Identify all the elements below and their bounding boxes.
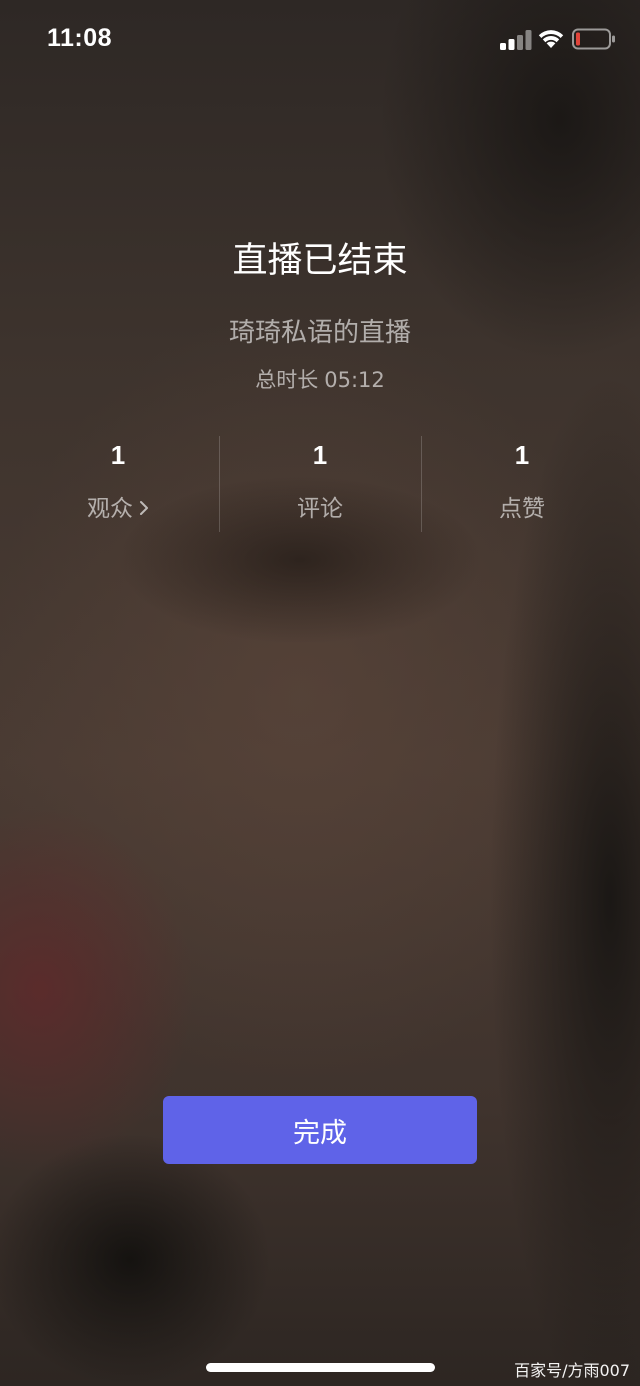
status-time: 11:08 (47, 24, 113, 52)
likes-count: 1 (514, 440, 530, 470)
wifi-icon (538, 30, 564, 48)
comments-count: 1 (312, 440, 328, 470)
home-indicator[interactable] (206, 1363, 435, 1372)
watermark: 百家号/方雨007 (514, 1361, 630, 1380)
stat-likes: 1 点赞 (421, 436, 623, 532)
total-duration: 总时长 05:12 (0, 364, 640, 394)
viewers-label: 观众 (87, 496, 133, 522)
comments-label: 评论 (297, 496, 343, 522)
duration-label: 总时长 (255, 368, 319, 392)
blurred-background (0, 0, 640, 1386)
chevron-right-icon (140, 501, 148, 515)
battery-low-icon (572, 28, 615, 50)
viewers-count: 1 (110, 440, 126, 470)
stat-viewers[interactable]: 1 观众 (17, 436, 219, 532)
streamer-live-name: 琦琦私语的直播 (228, 318, 411, 348)
likes-label: 点赞 (499, 496, 545, 522)
viewers-link[interactable]: 观众 (17, 489, 219, 523)
done-button[interactable]: 完成 (163, 1096, 477, 1164)
duration-value: 05:12 (324, 368, 385, 392)
status-bar: 11:08 (0, 0, 640, 80)
signal-icon (500, 30, 532, 50)
stat-comments: 1 评论 (219, 436, 421, 532)
live-ended-title: 直播已结束 (232, 241, 408, 281)
stats-row: 1 观众 1 评论 1 点赞 (17, 436, 623, 532)
